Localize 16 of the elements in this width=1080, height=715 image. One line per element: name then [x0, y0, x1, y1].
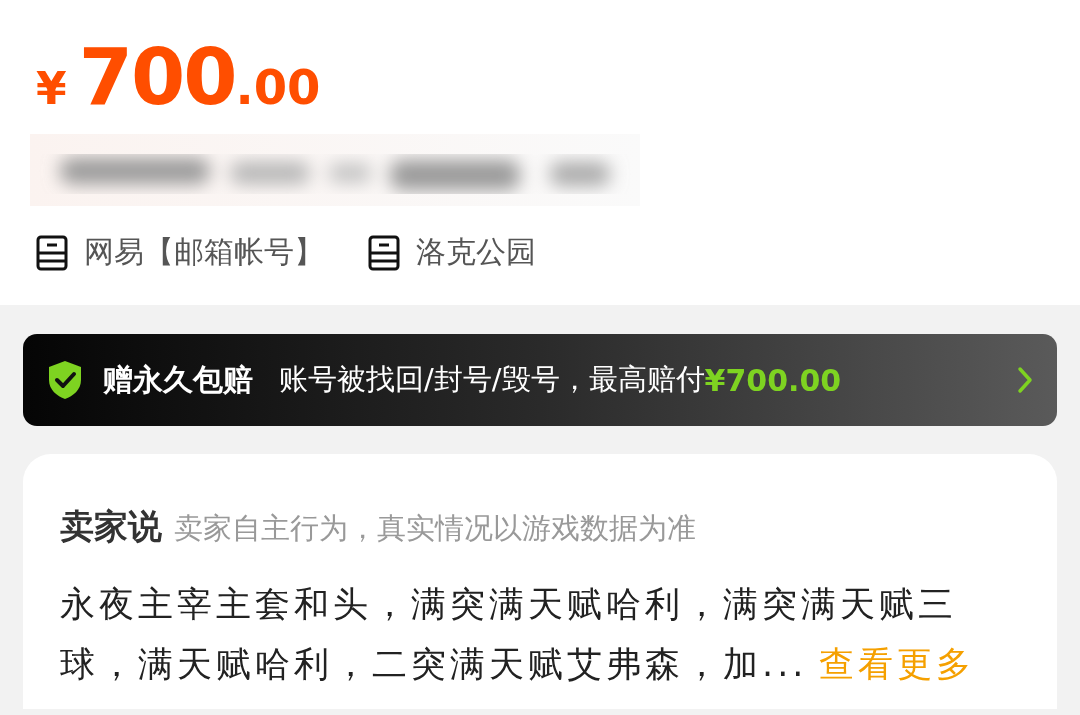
price-integer: 700 [78, 38, 236, 116]
guarantee-description: 账号被找回/封号/毁号，最高赔付 [279, 361, 705, 398]
document-icon [368, 234, 400, 271]
guarantee-banner[interactable]: 赠永久包赔 账号被找回/封号/毁号，最高赔付¥700.00 [23, 334, 1057, 426]
compensation-amount: ¥700.00 [704, 362, 842, 398]
currency-symbol: ¥ [36, 67, 67, 111]
tag-label: 洛克公园 [416, 233, 536, 271]
guarantee-title: 赠永久包赔 [103, 360, 253, 399]
price-decimal: .00 [235, 63, 321, 111]
section-subtitle: 卖家自主行为，真实情况以游戏数据为准 [174, 510, 696, 547]
seller-description: 永夜主宰主套和头，满突满天赋哈利，满突满天赋三球，满天赋哈利，二突满天赋艾弗森，加... 查看更多 [60, 583, 977, 686]
chevron-right-icon [1017, 366, 1033, 394]
section-title: 卖家说 [60, 505, 162, 548]
document-icon [36, 234, 68, 271]
tag-label: 网易【邮箱帐号】 [84, 233, 324, 271]
shield-check-icon [47, 360, 83, 400]
